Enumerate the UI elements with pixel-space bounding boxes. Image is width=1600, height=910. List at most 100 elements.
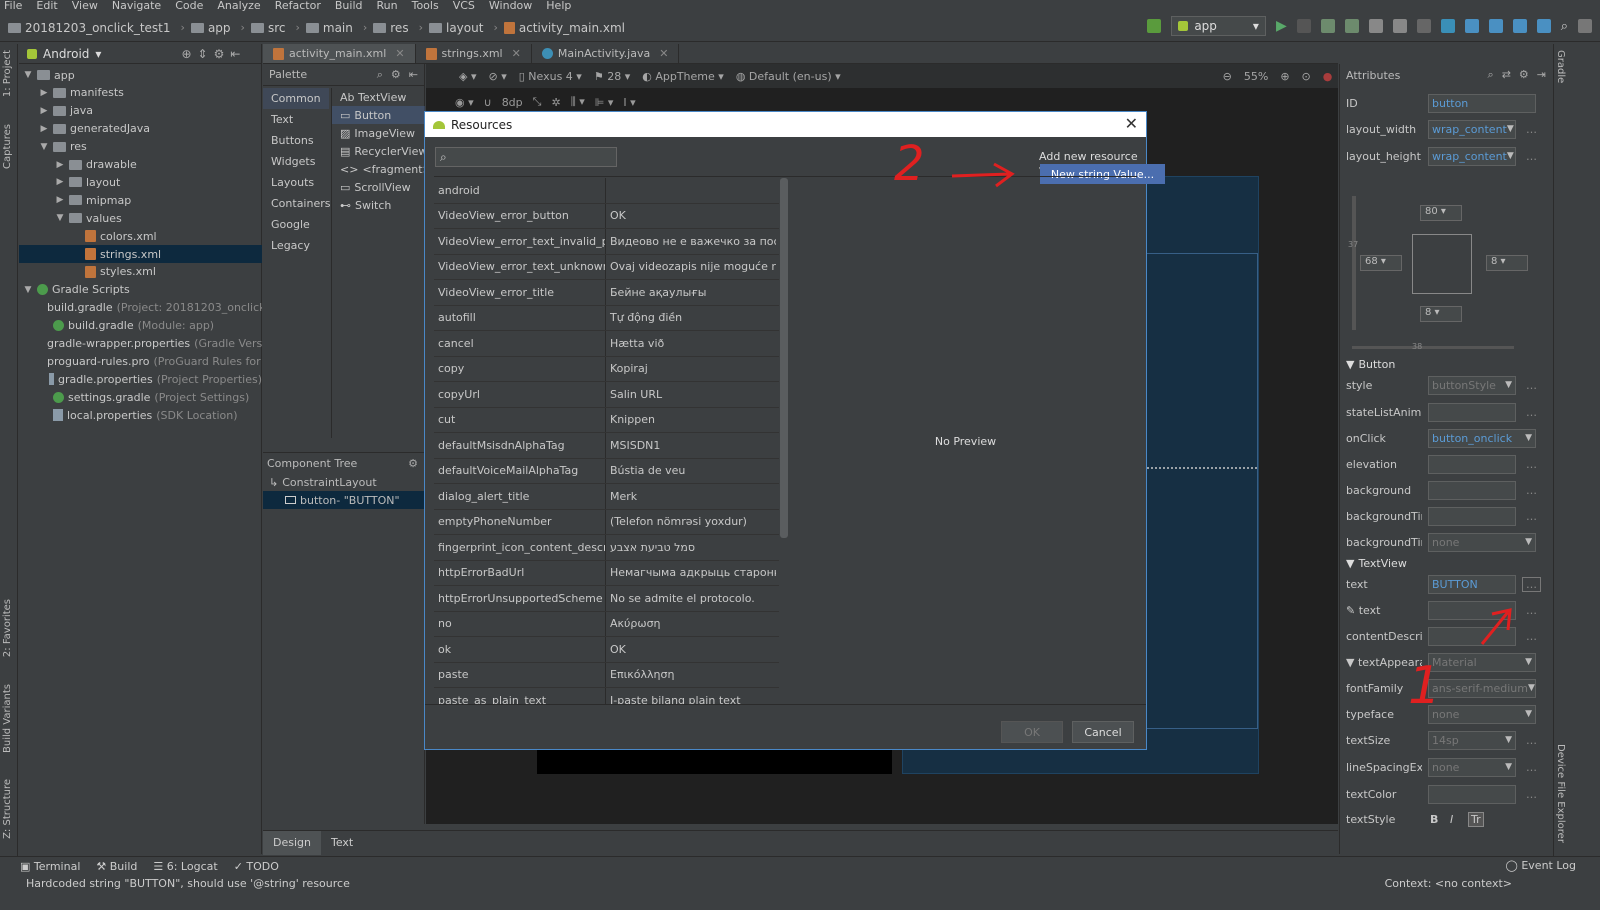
tab-todo[interactable]: ✓ TODO bbox=[234, 860, 279, 873]
resource-row[interactable]: VideoView_error_button OK bbox=[434, 203, 779, 229]
more-icon[interactable]: … bbox=[1526, 630, 1537, 643]
search-input[interactable]: ⌕ bbox=[435, 147, 617, 167]
linespacing-select[interactable]: none ▼ bbox=[1428, 757, 1516, 777]
menu-item-run[interactable]: Run bbox=[377, 0, 398, 12]
tree-item-button[interactable]: button- "BUTTON" bbox=[263, 491, 424, 509]
sync-icon[interactable]: ⊕ bbox=[181, 47, 191, 61]
menu-item-help[interactable]: Help bbox=[546, 0, 571, 12]
tree-item[interactable]: local.properties (SDK Location) bbox=[19, 406, 262, 424]
collapsed-icon[interactable]: ▶ bbox=[39, 124, 49, 134]
tab-project[interactable]: 1: Project bbox=[2, 50, 13, 97]
tab-terminal[interactable]: ▣ Terminal bbox=[20, 860, 80, 873]
text-field[interactable]: BUTTON bbox=[1428, 574, 1516, 594]
onclick-select[interactable]: button_onclick ▼ bbox=[1428, 428, 1536, 448]
menu-item-refactor[interactable]: Refactor bbox=[275, 0, 321, 12]
resource-row[interactable]: httpErrorBadUrl Немагчыма адкрыць старонк… bbox=[434, 560, 779, 586]
more-icon[interactable]: … bbox=[1526, 458, 1537, 471]
tree-item[interactable]: gradle.properties (Project Properties) bbox=[19, 370, 262, 388]
tree-item[interactable]: colors.xml bbox=[19, 227, 262, 245]
statelistanimator-field[interactable] bbox=[1428, 402, 1516, 422]
tree-item[interactable]: gradle-wrapper.properties (Gradle Versio bbox=[19, 335, 262, 353]
more-icon[interactable]: … bbox=[1526, 734, 1537, 747]
menu-item-window[interactable]: Window bbox=[489, 0, 532, 12]
search-icon[interactable]: ⌕ bbox=[1561, 19, 1568, 34]
more-icon[interactable]: … bbox=[1526, 510, 1537, 523]
layout-height-select[interactable]: wrap_content ▼ bbox=[1428, 146, 1516, 166]
collapse-icon[interactable]: ⇕ bbox=[198, 47, 208, 61]
expanded-icon[interactable]: ▼ bbox=[55, 213, 65, 223]
textsize-select[interactable]: 14sp ▼ bbox=[1428, 730, 1516, 750]
breadcrumb-item[interactable]: layout bbox=[428, 21, 483, 35]
palette-category-google[interactable]: Google bbox=[263, 214, 329, 235]
event-log-button[interactable]: ◯ Event Log bbox=[1506, 859, 1576, 872]
tree-item[interactable]: styles.xml bbox=[19, 263, 262, 281]
close-icon[interactable]: ✕ bbox=[512, 47, 521, 60]
tab-captures[interactable]: Captures bbox=[2, 124, 13, 169]
palette-category-text[interactable]: Text bbox=[263, 109, 329, 130]
run-icon[interactable]: ▶ bbox=[1276, 18, 1287, 34]
ok-button[interactable]: OK bbox=[1001, 721, 1063, 743]
tree-item[interactable]: ▶ mipmap bbox=[19, 191, 262, 209]
resource-row[interactable]: paste_as_plain_text I-paste bilang plain … bbox=[434, 688, 779, 704]
structure-icon[interactable] bbox=[1536, 19, 1551, 33]
resource-row[interactable]: VideoView_error_text_unknown Ovaj videoza… bbox=[434, 254, 779, 280]
resource-row[interactable]: VideoView_error_title Бейне ақаулығы bbox=[434, 280, 779, 306]
tab-structure[interactable]: Z: Structure bbox=[2, 779, 13, 839]
tree-item[interactable]: build.gradle (Module: app) bbox=[19, 317, 262, 335]
tab-text[interactable]: Text bbox=[321, 831, 363, 855]
palette-item[interactable]: ▭ Button bbox=[332, 106, 425, 124]
menu-item-view[interactable]: View bbox=[72, 0, 98, 12]
tab-logcat[interactable]: ☰ 6: Logcat bbox=[153, 860, 217, 873]
tree-item[interactable]: ▶ generatedJava bbox=[19, 120, 262, 138]
typeface-select[interactable]: none ▼ bbox=[1428, 704, 1536, 724]
run-config-select[interactable]: app ▾ bbox=[1171, 16, 1266, 36]
tree-item[interactable]: proguard-rules.pro (ProGuard Rules for a bbox=[19, 352, 262, 370]
more-icon[interactable]: … bbox=[1526, 788, 1537, 801]
menu-item-tools[interactable]: Tools bbox=[412, 0, 439, 12]
expanded-icon[interactable]: ▼ bbox=[23, 285, 33, 295]
palette-category-legacy[interactable]: Legacy bbox=[263, 235, 329, 256]
more-icon[interactable]: … bbox=[1526, 150, 1537, 163]
tree-item[interactable]: ▼ res bbox=[19, 138, 262, 156]
breadcrumb-item[interactable]: activity_main.xml bbox=[503, 21, 625, 35]
resource-row[interactable]: android bbox=[434, 178, 779, 204]
style-select[interactable]: buttonStyle ▼ bbox=[1428, 375, 1516, 395]
tree-item[interactable]: ▶ java bbox=[19, 102, 262, 120]
palette-item[interactable]: ▤ RecyclerView bbox=[332, 142, 427, 160]
menu-item-edit[interactable]: Edit bbox=[36, 0, 57, 12]
resource-row[interactable]: copyUrl Salin URL bbox=[434, 382, 779, 408]
tree-item[interactable]: ▶ layout bbox=[19, 173, 262, 191]
hide-icon[interactable]: ⇤ bbox=[230, 47, 240, 61]
tree-item[interactable]: ▼ Gradle Scripts bbox=[19, 281, 262, 299]
palette-item[interactable]: ⊷ Switch bbox=[332, 196, 425, 214]
tab-gradle[interactable]: Gradle bbox=[1555, 50, 1566, 83]
breadcrumb-item[interactable]: main bbox=[305, 21, 353, 35]
more-icon[interactable]: … bbox=[1526, 604, 1537, 617]
menu-item-navigate[interactable]: Navigate bbox=[112, 0, 161, 12]
margin-bottom-select[interactable]: 8 ▾ bbox=[1420, 306, 1462, 322]
hammer-icon[interactable] bbox=[1147, 19, 1162, 33]
more-icon[interactable]: … bbox=[1526, 484, 1537, 497]
resource-row[interactable]: fingerprint_icon_content_descriptio סמל ט… bbox=[434, 535, 779, 561]
close-icon[interactable]: ✕ bbox=[1125, 114, 1138, 133]
section-textview[interactable]: ▼ TextView bbox=[1346, 557, 1407, 570]
tab-design[interactable]: Design bbox=[263, 830, 321, 855]
layout-icon[interactable] bbox=[1578, 19, 1592, 33]
resource-row[interactable]: cut Knippen bbox=[434, 407, 779, 433]
resource-row[interactable]: dialog_alert_title Merk bbox=[434, 484, 779, 510]
project-view-select[interactable]: Android bbox=[43, 47, 89, 61]
hide-icon[interactable]: ⇤ bbox=[409, 68, 418, 82]
hide-icon[interactable]: ⇥ bbox=[1537, 68, 1546, 82]
more-button[interactable]: … bbox=[1522, 576, 1541, 592]
cancel-button[interactable]: Cancel bbox=[1072, 721, 1134, 743]
resource-row[interactable]: VideoView_error_text_invalid_progr Видеов… bbox=[434, 229, 779, 255]
gear-icon[interactable]: ⚙ bbox=[1519, 68, 1529, 82]
breadcrumb-item[interactable]: src bbox=[250, 21, 285, 35]
collapsed-icon[interactable]: ▶ bbox=[55, 160, 65, 170]
tree-item[interactable]: settings.gradle (Project Settings) bbox=[19, 388, 262, 406]
table-scrollbar[interactable] bbox=[780, 178, 788, 538]
menu-item-analyze[interactable]: Analyze bbox=[217, 0, 260, 12]
search-icon[interactable]: ⌕ bbox=[377, 68, 383, 82]
tab-favorites[interactable]: 2: Favorites bbox=[2, 599, 13, 657]
id-field[interactable]: button bbox=[1428, 93, 1536, 113]
